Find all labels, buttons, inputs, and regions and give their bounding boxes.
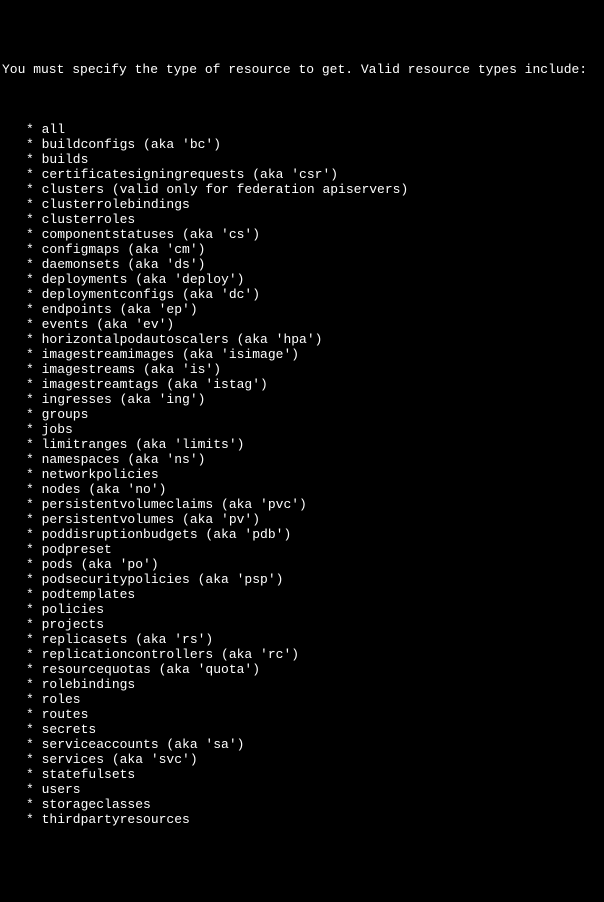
resource-type-item: * replicasets (aka 'rs') xyxy=(2,632,602,647)
resource-type-item: * namespaces (aka 'ns') xyxy=(2,452,602,467)
error-header: You must specify the type of resource to… xyxy=(2,62,602,77)
resource-type-item: * jobs xyxy=(2,422,602,437)
resource-type-item: * projects xyxy=(2,617,602,632)
resource-type-item: * routes xyxy=(2,707,602,722)
resource-type-item: * ingresses (aka 'ing') xyxy=(2,392,602,407)
resource-type-item: * endpoints (aka 'ep') xyxy=(2,302,602,317)
resource-type-item: * thirdpartyresources xyxy=(2,812,602,827)
resource-type-item: * daemonsets (aka 'ds') xyxy=(2,257,602,272)
resource-type-item: * clusterrolebindings xyxy=(2,197,602,212)
resource-type-item: * users xyxy=(2,782,602,797)
resource-type-item: * pods (aka 'po') xyxy=(2,557,602,572)
resource-type-item: * replicationcontrollers (aka 'rc') xyxy=(2,647,602,662)
resource-type-item: * certificatesigningrequests (aka 'csr') xyxy=(2,167,602,182)
resource-type-item: * events (aka 'ev') xyxy=(2,317,602,332)
resource-type-item: * persistentvolumeclaims (aka 'pvc') xyxy=(2,497,602,512)
resource-type-item: * rolebindings xyxy=(2,677,602,692)
resource-type-item: * secrets xyxy=(2,722,602,737)
resource-type-item: * roles xyxy=(2,692,602,707)
resource-type-item: * deployments (aka 'deploy') xyxy=(2,272,602,287)
blank-line xyxy=(2,92,602,107)
resource-type-item: * storageclasses xyxy=(2,797,602,812)
resource-type-item: * limitranges (aka 'limits') xyxy=(2,437,602,452)
resource-type-item: * podtemplates xyxy=(2,587,602,602)
resource-type-item: * configmaps (aka 'cm') xyxy=(2,242,602,257)
resource-type-list: * all* buildconfigs (aka 'bc')* builds* … xyxy=(2,122,602,827)
resource-type-item: * networkpolicies xyxy=(2,467,602,482)
resource-type-item: * all xyxy=(2,122,602,137)
resource-type-item: * podpreset xyxy=(2,542,602,557)
resource-type-item: * componentstatuses (aka 'cs') xyxy=(2,227,602,242)
resource-type-item: * groups xyxy=(2,407,602,422)
resource-type-item: * nodes (aka 'no') xyxy=(2,482,602,497)
resource-type-item: * services (aka 'svc') xyxy=(2,752,602,767)
resource-type-item: * statefulsets xyxy=(2,767,602,782)
resource-type-item: * resourcequotas (aka 'quota') xyxy=(2,662,602,677)
resource-type-item: * policies xyxy=(2,602,602,617)
resource-type-item: * podsecuritypolicies (aka 'psp') xyxy=(2,572,602,587)
resource-type-item: * builds xyxy=(2,152,602,167)
resource-type-item: * serviceaccounts (aka 'sa') xyxy=(2,737,602,752)
resource-type-item: * persistentvolumes (aka 'pv') xyxy=(2,512,602,527)
resource-type-item: * deploymentconfigs (aka 'dc') xyxy=(2,287,602,302)
resource-type-item: * imagestreamtags (aka 'istag') xyxy=(2,377,602,392)
resource-type-item: * horizontalpodautoscalers (aka 'hpa') xyxy=(2,332,602,347)
resource-type-item: * buildconfigs (aka 'bc') xyxy=(2,137,602,152)
resource-type-item: * clusters (valid only for federation ap… xyxy=(2,182,602,197)
resource-type-item: * clusterroles xyxy=(2,212,602,227)
resource-type-item: * poddisruptionbudgets (aka 'pdb') xyxy=(2,527,602,542)
resource-type-item: * imagestreams (aka 'is') xyxy=(2,362,602,377)
resource-type-item: * imagestreamimages (aka 'isimage') xyxy=(2,347,602,362)
